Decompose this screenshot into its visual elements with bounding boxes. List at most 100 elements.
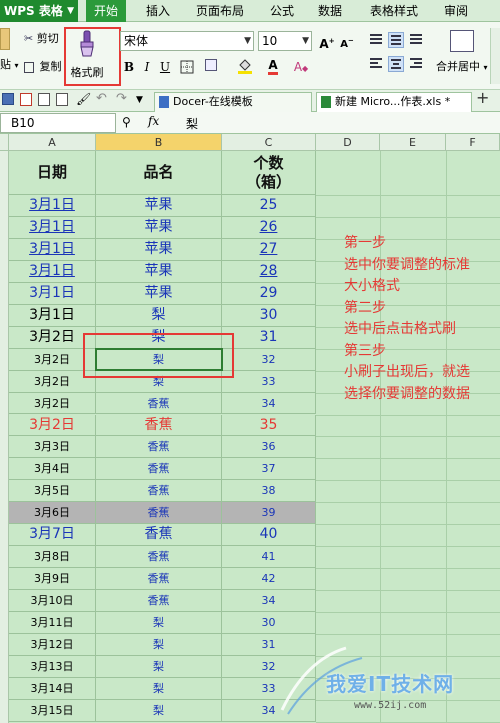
- menu-page-layout[interactable]: 页面布局: [196, 0, 244, 22]
- align-left-button[interactable]: [368, 56, 384, 72]
- column-header-a[interactable]: A: [9, 134, 96, 151]
- cell-date[interactable]: 3月15日: [9, 699, 96, 722]
- row-header-strip[interactable]: [0, 151, 9, 723]
- cell-name[interactable]: 香蕉: [96, 458, 222, 481]
- menu-formulas[interactable]: 公式: [270, 0, 294, 22]
- save-icon[interactable]: [2, 93, 14, 105]
- cell-name[interactable]: 苹果: [96, 216, 222, 239]
- font-size-select[interactable]: 10 ▼: [258, 31, 312, 51]
- cell-date[interactable]: 3月10日: [9, 590, 96, 613]
- align-middle-button[interactable]: [388, 32, 404, 48]
- cell-name[interactable]: 香蕉: [96, 524, 222, 547]
- format-painter-small-icon[interactable]: 🖌: [76, 92, 91, 106]
- cell-count[interactable]: 28: [222, 260, 316, 283]
- cell-date[interactable]: 3月2日: [9, 392, 96, 415]
- cell-date[interactable]: 3月6日: [9, 502, 96, 525]
- cell-name[interactable]: 梨: [96, 655, 222, 678]
- cell-count[interactable]: 38: [222, 480, 316, 503]
- cell-name[interactable]: 梨: [96, 677, 222, 700]
- paste-button[interactable]: 贴 ▾: [0, 58, 19, 73]
- cell-date[interactable]: 3月1日: [9, 216, 96, 239]
- chevron-down-icon[interactable]: ▼: [136, 93, 143, 107]
- merge-center-button[interactable]: 合并居中 ▾: [436, 60, 488, 75]
- cell-name[interactable]: 苹果: [96, 282, 222, 305]
- cell-count[interactable]: 32: [222, 348, 316, 371]
- print-icon[interactable]: [38, 93, 50, 106]
- underline-button[interactable]: U: [156, 58, 174, 76]
- formula-input[interactable]: 梨: [186, 115, 198, 132]
- cell-count[interactable]: 34: [222, 590, 316, 613]
- cell-date[interactable]: 3月1日: [9, 195, 96, 217]
- cell-name[interactable]: 香蕉: [96, 414, 222, 437]
- column-header-b[interactable]: B: [96, 134, 222, 151]
- copy-button[interactable]: 复制: [24, 60, 62, 74]
- undo-icon[interactable]: ↶: [96, 92, 107, 106]
- grow-font-button[interactable]: A+: [318, 32, 336, 51]
- cut-button[interactable]: ✂ 剪切: [24, 32, 59, 46]
- cell-count[interactable]: 40: [222, 524, 316, 547]
- cell-date[interactable]: 3月3日: [9, 436, 96, 459]
- cell-name[interactable]: 梨: [96, 634, 222, 656]
- menu-table-style[interactable]: 表格样式: [370, 0, 418, 22]
- cell-count[interactable]: 30: [222, 612, 316, 634]
- cell-date[interactable]: 3月1日: [9, 238, 96, 261]
- cell-name[interactable]: 苹果: [96, 260, 222, 283]
- cell-count[interactable]: 37: [222, 458, 316, 481]
- cell-date[interactable]: 3月2日: [9, 414, 96, 437]
- tab-workbook[interactable]: 新建 Micro...作表.xls *: [316, 92, 472, 112]
- cell-count[interactable]: 36: [222, 436, 316, 459]
- name-box[interactable]: B10: [0, 113, 116, 133]
- cell-count[interactable]: 26: [222, 216, 316, 239]
- cell-date[interactable]: 3月11日: [9, 612, 96, 634]
- cell-date[interactable]: 3月1日: [9, 304, 96, 327]
- cell-date[interactable]: 3月9日: [9, 568, 96, 591]
- cell-date[interactable]: 3月12日: [9, 634, 96, 656]
- cell-count[interactable]: 39: [222, 502, 316, 525]
- header-date[interactable]: 日期: [9, 151, 96, 195]
- cell-name[interactable]: 香蕉: [96, 392, 222, 415]
- column-header-d[interactable]: D: [316, 134, 380, 151]
- cell-count[interactable]: 27: [222, 238, 316, 261]
- font-color-button[interactable]: A: [264, 56, 282, 75]
- tab-docer-templates[interactable]: Docer-在线模板: [154, 92, 312, 112]
- print-preview-icon[interactable]: [56, 93, 68, 106]
- cell-count[interactable]: 30: [222, 304, 316, 327]
- clear-format-button[interactable]: A◆: [292, 58, 310, 76]
- cell-name[interactable]: 苹果: [96, 195, 222, 217]
- cell-date[interactable]: 3月4日: [9, 458, 96, 481]
- menu-data[interactable]: 数据: [318, 0, 342, 22]
- cell-name[interactable]: 香蕉: [96, 436, 222, 459]
- cell-count[interactable]: 33: [222, 370, 316, 393]
- new-tab-icon[interactable]: +: [476, 90, 489, 106]
- cell-date[interactable]: 3月5日: [9, 480, 96, 503]
- search-icon[interactable]: ⚲: [122, 115, 131, 129]
- column-header-f[interactable]: F: [446, 134, 500, 151]
- bold-button[interactable]: B: [120, 58, 138, 76]
- cell-count[interactable]: 34: [222, 392, 316, 415]
- align-bottom-button[interactable]: [408, 32, 424, 48]
- cell-format-button[interactable]: [202, 58, 220, 76]
- cell-name[interactable]: 香蕉: [96, 546, 222, 569]
- cell-date[interactable]: 3月1日: [9, 282, 96, 305]
- header-count[interactable]: 个数 （箱）: [222, 151, 316, 195]
- borders-button[interactable]: [178, 58, 196, 76]
- cell-name[interactable]: 香蕉: [96, 590, 222, 613]
- cell-date[interactable]: 3月13日: [9, 655, 96, 678]
- cell-count[interactable]: 29: [222, 282, 316, 305]
- cell-date[interactable]: 3月7日: [9, 524, 96, 547]
- cell-name[interactable]: 香蕉: [96, 568, 222, 591]
- cell-count[interactable]: 41: [222, 546, 316, 569]
- pdf-icon[interactable]: [20, 93, 32, 106]
- font-name-select[interactable]: 宋体 ▼: [120, 31, 254, 51]
- menu-home[interactable]: 开始: [86, 0, 127, 22]
- align-top-button[interactable]: [368, 32, 384, 48]
- column-header-c[interactable]: C: [222, 134, 316, 151]
- cell-name[interactable]: 梨: [96, 699, 222, 722]
- cell-count[interactable]: 31: [222, 326, 316, 349]
- cell-name[interactable]: 苹果: [96, 238, 222, 261]
- cell-date[interactable]: 3月1日: [9, 260, 96, 283]
- cell-date[interactable]: 3月14日: [9, 677, 96, 700]
- cell-count[interactable]: 25: [222, 195, 316, 217]
- select-all-corner[interactable]: [0, 134, 9, 151]
- align-center-button[interactable]: [388, 56, 404, 72]
